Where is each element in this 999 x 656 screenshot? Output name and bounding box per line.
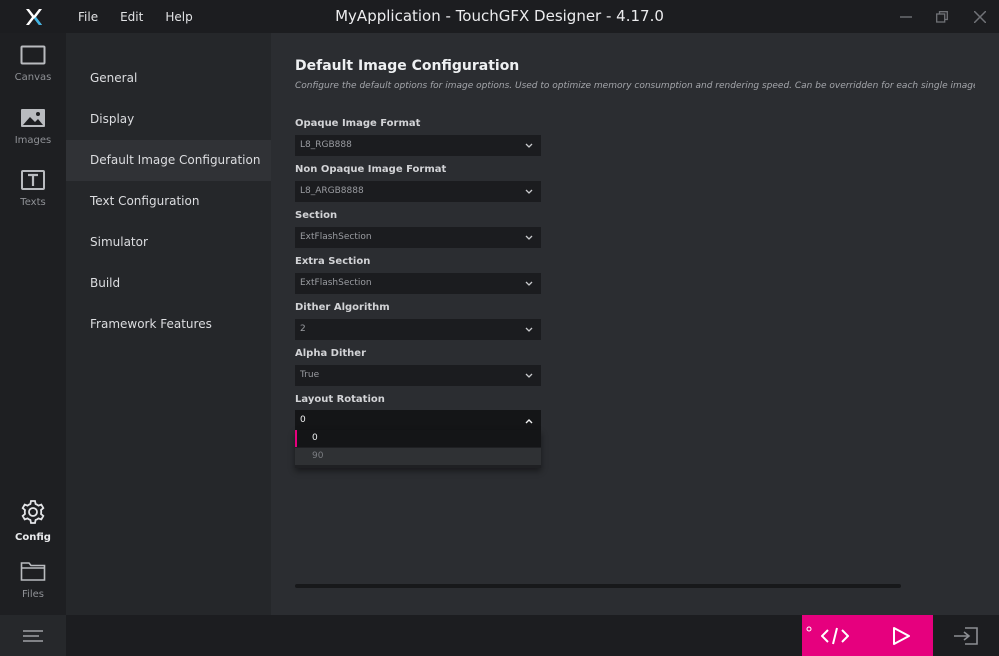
opaque-image-format-select[interactable]: L8_RGB888 — [295, 135, 541, 156]
nav-item-build[interactable]: Build — [66, 263, 271, 304]
field-label-extra-section: Extra Section — [295, 256, 371, 267]
rail-label-texts: Texts — [20, 197, 46, 208]
close-icon[interactable] — [962, 0, 998, 33]
menu-edit[interactable]: Edit — [120, 10, 143, 24]
rail-item-canvas[interactable]: Canvas — [0, 45, 66, 105]
run-panel — [802, 615, 933, 656]
rail-label-canvas: Canvas — [14, 72, 52, 83]
chevron-down-icon — [525, 273, 533, 294]
select-value: 2 — [300, 324, 306, 334]
rail-label-config: Config — [15, 532, 51, 543]
minimize-icon[interactable] — [888, 0, 924, 33]
rail-item-images[interactable]: Images — [0, 108, 66, 168]
page-title: Default Image Configuration — [295, 58, 520, 74]
rail-label-files: Files — [22, 589, 44, 600]
main-panel: Default Image Configuration Configure th… — [271, 33, 999, 615]
bottom-bar — [0, 615, 999, 656]
field-label-section: Section — [295, 210, 338, 221]
chevron-down-icon — [525, 227, 533, 248]
text-icon — [20, 170, 46, 194]
config-nav: General Display Default Image Configurat… — [66, 33, 271, 615]
chevron-up-icon — [525, 410, 533, 431]
rail-item-files[interactable]: Files — [0, 560, 66, 620]
menu-bar: File Edit Help — [78, 0, 215, 33]
nav-item-display[interactable]: Display — [66, 99, 271, 140]
rail-item-texts[interactable]: Texts — [0, 170, 66, 230]
field-label-dither-algorithm: Dither Algorithm — [295, 302, 390, 313]
nav-item-text-configuration[interactable]: Text Configuration — [66, 181, 271, 222]
app-logo-icon — [0, 0, 66, 33]
title-bar: File Edit Help MyApplication - TouchGFX … — [0, 0, 999, 33]
section-select[interactable]: ExtFlashSection — [295, 227, 541, 248]
code-icon[interactable] — [818, 615, 852, 656]
field-label-alpha-dither: Alpha Dither — [295, 348, 367, 359]
rail-item-config[interactable]: Config — [0, 499, 66, 559]
folder-icon — [20, 560, 46, 586]
select-value: True — [300, 370, 320, 380]
layout-rotation-select[interactable]: 0 — [295, 410, 541, 431]
chevron-down-icon — [525, 181, 533, 202]
select-value: L8_ARGB8888 — [300, 186, 364, 196]
nav-item-simulator[interactable]: Simulator — [66, 222, 271, 263]
restore-icon[interactable] — [924, 0, 960, 33]
sign-in-icon[interactable] — [946, 615, 986, 656]
nav-item-framework-features[interactable]: Framework Features — [66, 304, 271, 345]
chevron-down-icon — [525, 365, 533, 386]
select-value: ExtFlashSection — [300, 232, 372, 242]
image-icon — [20, 108, 46, 132]
left-rail: Canvas Images Texts Config Files — [0, 33, 66, 615]
chevron-down-icon — [525, 319, 533, 340]
alpha-dither-select[interactable]: True — [295, 365, 541, 386]
nav-item-general[interactable]: General — [66, 58, 271, 99]
nav-item-default-image-configuration[interactable]: Default Image Configuration — [66, 140, 271, 181]
rail-label-images: Images — [14, 135, 52, 146]
field-label-opaque-image-format: Opaque Image Format — [295, 118, 421, 129]
dropdown-option-90[interactable]: 90 — [295, 448, 541, 465]
chevron-down-icon — [525, 135, 533, 156]
hamburger-icon[interactable] — [0, 615, 66, 656]
extra-section-select[interactable]: ExtFlashSection — [295, 273, 541, 294]
menu-help[interactable]: Help — [165, 10, 192, 24]
select-value: 0 — [300, 415, 306, 425]
play-icon[interactable] — [884, 615, 918, 656]
dropdown-option-0[interactable]: 0 — [295, 430, 541, 447]
non-opaque-image-format-select[interactable]: L8_ARGB8888 — [295, 181, 541, 202]
select-value: ExtFlashSection — [300, 278, 372, 288]
page-description: Configure the default options for image … — [295, 81, 975, 91]
field-label-layout-rotation: Layout Rotation — [295, 394, 385, 405]
horizontal-scrollbar[interactable] — [295, 584, 901, 588]
status-dot-icon — [806, 617, 812, 636]
canvas-icon — [20, 45, 46, 69]
field-label-non-opaque-image-format: Non Opaque Image Format — [295, 164, 447, 175]
select-value: L8_RGB888 — [300, 140, 352, 150]
dither-algorithm-select[interactable]: 2 — [295, 319, 541, 340]
layout-rotation-dropdown: 0 90 — [295, 430, 541, 468]
gear-icon — [20, 499, 46, 529]
menu-file[interactable]: File — [78, 10, 98, 24]
